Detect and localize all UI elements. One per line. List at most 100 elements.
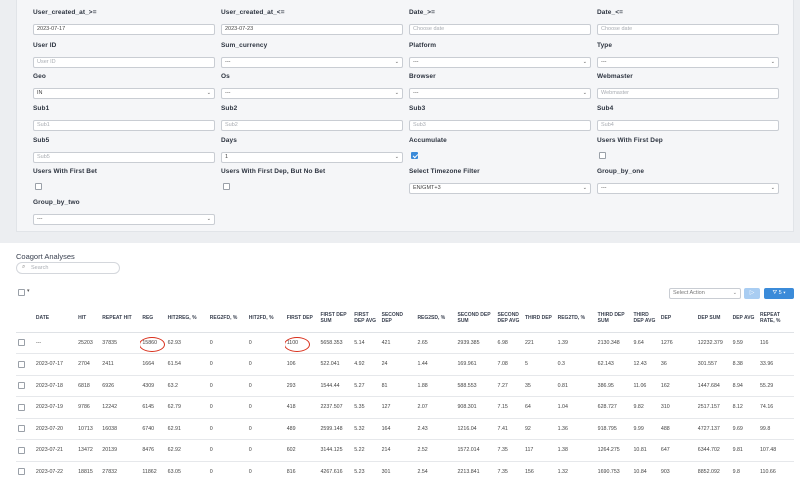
table-cell: 310 [658,396,696,419]
filter-select[interactable]: --- ⌄ [597,183,779,194]
filter-f25: Group_by_two --- ⌄ [33,199,215,225]
table-row: 2023-07-17 2704 2411 1664 61.54 0 0 106 522.041 4… [16,353,794,376]
filter-input[interactable]: Sub2 [221,120,403,131]
row-checkbox[interactable] [18,446,25,454]
filter-input[interactable]: 2023-07-17 [33,24,215,35]
filter-button[interactable]: ⛛ 5 ▾ [764,288,794,299]
table-cell: 4267.616 [318,461,353,482]
filter-select[interactable]: --- ⌄ [409,88,591,99]
column-header[interactable]: FIRST DEP [284,304,319,333]
filter-icon: ⛛ [772,290,778,296]
column-header[interactable]: REG [140,304,166,333]
table-cell: 0 [207,461,247,482]
table-cell: 127 [379,396,416,419]
filter-input[interactable]: Sub3 [409,120,591,131]
play-icon: ▷ [749,290,755,296]
filter-input[interactable]: Choose date [597,24,779,35]
filter-label: Platform [409,42,437,49]
select-all-checkbox[interactable] [18,289,25,296]
column-header[interactable]: DEP SUM [695,304,731,333]
row-checkbox[interactable] [18,403,25,411]
search-box[interactable]: ⌕ Search [16,262,120,274]
filter-select[interactable]: 1 ⌄ [221,152,403,163]
table-row: 2023-07-21 13472 20139 8476 62.92 0 0 602 3144.1… [16,439,794,462]
column-header[interactable]: REPEAT HIT [100,304,141,333]
filter-placeholder: User ID [37,59,56,65]
column-header[interactable]: HIT [76,304,101,333]
column-header[interactable]: REG2SD, % [415,304,456,333]
filter-input[interactable]: Sub5 [33,152,215,163]
column-header[interactable]: FIRST DEP AVG [352,304,380,333]
filter-select[interactable]: --- ⌄ [33,214,215,225]
row-checkbox[interactable] [18,360,25,368]
header-checkbox-cell [16,304,34,333]
column-header[interactable]: DEP [658,304,696,333]
column-header[interactable]: SECOND DEP [379,304,416,333]
table-cell: 2939.385 [455,332,496,354]
table-cell: 588.553 [455,375,496,397]
column-header[interactable]: SECOND DEP AVG [495,304,523,333]
table-cell: 1572.014 [455,439,496,462]
filter-checkbox[interactable] [223,183,230,190]
chevron-down-icon: ⌄ [770,59,775,65]
filter-input[interactable]: 2023-07-23 [221,24,403,35]
column-header[interactable]: THIRD DEP AVG [631,304,659,333]
filter-select[interactable]: --- ⌄ [597,57,779,68]
table-cell: 169.961 [455,353,496,376]
filter-checkbox[interactable] [411,152,418,159]
filter-value: --- [225,59,231,65]
filter-input[interactable]: User ID [33,57,215,68]
filter-input[interactable]: Sub4 [597,120,779,131]
table-cell: 8852.092 [695,461,731,482]
select-action-dropdown[interactable]: Select Action ⌄ [669,288,741,299]
table-cell: 418 [284,396,319,419]
column-header[interactable]: DEP AVG [730,304,758,333]
column-header[interactable]: HIT2REG, % [165,304,208,333]
table-cell: 7.41 [495,418,523,440]
column-header[interactable]: FIRST DEP SUM [318,304,353,333]
filter-label: Os [221,73,230,80]
filter-value: --- [601,185,607,191]
row-checkbox[interactable] [18,468,25,476]
column-header[interactable]: REG2FD, % [207,304,247,333]
filter-select[interactable]: --- ⌄ [221,88,403,99]
table-cell: 2.65 [415,332,456,354]
table-cell: 12232.379 [695,332,731,354]
column-header[interactable]: DATE [33,304,77,333]
table-cell: 386.95 [595,375,632,397]
filter-checkbox[interactable] [35,183,42,190]
filter-value: IN [37,90,43,96]
filter-select[interactable]: --- ⌄ [221,57,403,68]
table-cell: 117 [522,439,556,462]
table-cell: 162 [658,375,696,397]
column-header[interactable]: THIRD DEP [522,304,556,333]
column-header[interactable]: THIRD DEP SUM [595,304,632,333]
chevron-down-icon[interactable]: ▾ [27,288,30,294]
table-cell: 7.15 [495,396,523,419]
run-action-button[interactable]: ▷ [744,288,760,299]
row-select-cell [16,332,34,354]
filter-input[interactable]: Sub1 [33,120,215,131]
filter-value: EN/GMT+3 [413,185,441,191]
filter-checkbox[interactable] [599,152,606,159]
filter-select[interactable]: EN/GMT+3 ⌄ [409,183,591,194]
table-cell: 488 [658,418,696,440]
row-checkbox[interactable] [18,425,25,433]
filter-select[interactable]: --- ⌄ [409,57,591,68]
row-checkbox[interactable] [18,339,25,347]
table-cell: 5.27 [352,375,380,397]
analyses-table: DATE HIT REPEAT HIT REG HIT2REG, % REG2FD, % H… [16,304,794,482]
column-header[interactable]: HIT2FD, % [246,304,285,333]
column-header[interactable]: REPEAT RATE, % [757,304,794,333]
filter-input[interactable]: Webmaster [597,88,779,99]
filter-f11: Browser --- ⌄ [409,73,591,99]
filter-select[interactable]: IN ⌄ [33,88,215,99]
row-select-cell [16,375,34,397]
table-cell: 37835 [100,332,141,354]
row-checkbox[interactable] [18,382,25,390]
filter-input[interactable]: Choose date [409,24,591,35]
chevron-down-icon: ⌄ [206,216,211,222]
highlighted-cell: 1100 [284,332,319,354]
column-header[interactable]: REG2TD, % [555,304,596,333]
column-header[interactable]: SECOND DEP SUM [455,304,496,333]
